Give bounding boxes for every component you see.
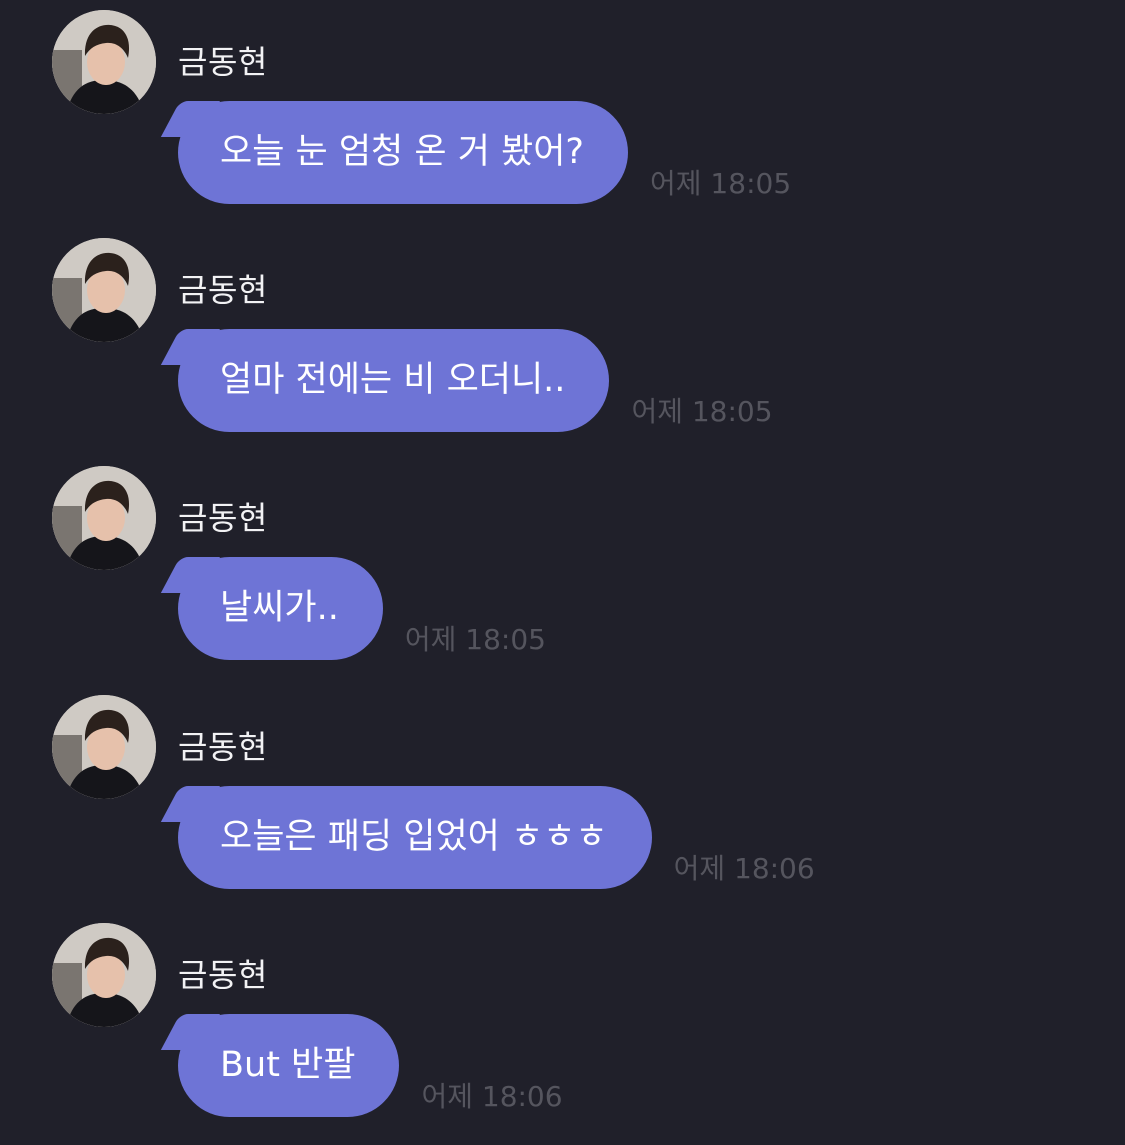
avatar-icon [52,923,156,1027]
sender-name: 금동현 [178,43,268,81]
sender-name: 금동현 [178,499,268,537]
message-timestamp: 어제 18:06 [673,852,815,885]
sender-name: 금동현 [178,271,268,309]
message-row: 날씨가.. 어제 18:05 [178,557,546,660]
message-text: 날씨가.. [220,588,339,628]
message-text: But 반팔 [220,1045,356,1085]
avatar-icon [52,10,156,114]
message-row: 얼마 전에는 비 오더니.. 어제 18:05 [178,329,773,432]
message-row: 오늘은 패딩 입었어 ㅎㅎㅎ 어제 18:06 [178,786,815,889]
message-row: But 반팔 어제 18:06 [178,1014,563,1117]
message-bubble[interactable]: 날씨가.. [178,557,383,660]
avatar-icon [52,466,156,570]
avatar-icon [52,238,156,342]
message-group: 금동현 얼마 전에는 비 오더니.. 어제 18:05 [0,228,1125,456]
message-timestamp: 어제 18:05 [404,623,546,656]
message-text: 오늘은 패딩 입었어 ㅎㅎㅎ [220,817,608,857]
message-text: 오늘 눈 엄청 온 거 봤어? [220,132,585,172]
message-timestamp: 어제 18:05 [650,167,792,200]
avatar[interactable] [52,923,156,1027]
avatar[interactable] [52,238,156,342]
message-bubble[interactable]: But 반팔 [178,1014,400,1117]
avatar[interactable] [52,10,156,114]
message-row: 오늘 눈 엄청 온 거 봤어? 어제 18:05 [178,101,791,204]
message-bubble[interactable]: 얼마 전에는 비 오더니.. [178,329,610,432]
message-timestamp: 어제 18:06 [421,1080,563,1113]
sender-name: 금동현 [178,956,268,994]
chat-view: 금동현 오늘 눈 엄청 온 거 봤어? 어제 18:05 금동현 얼마 전에는 … [0,0,1125,1145]
message-group: 금동현 오늘은 패딩 입었어 ㅎㅎㅎ 어제 18:06 [0,685,1125,913]
avatar[interactable] [52,466,156,570]
message-timestamp: 어제 18:05 [631,395,773,428]
avatar-icon [52,695,156,799]
message-bubble[interactable]: 오늘 눈 엄청 온 거 봤어? [178,101,629,204]
message-group: 금동현 날씨가.. 어제 18:05 [0,456,1125,684]
sender-name: 금동현 [178,728,268,766]
message-group: 금동현 But 반팔 어제 18:06 [0,913,1125,1141]
message-text: 얼마 전에는 비 오더니.. [220,360,566,400]
message-group: 금동현 오늘 눈 엄청 온 거 봤어? 어제 18:05 [0,0,1125,228]
avatar[interactable] [52,695,156,799]
message-bubble[interactable]: 오늘은 패딩 입었어 ㅎㅎㅎ [178,786,652,889]
